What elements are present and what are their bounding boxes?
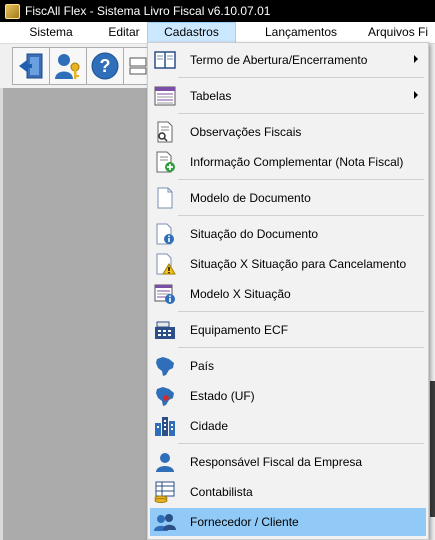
menu-item-label: Cidade <box>190 419 229 433</box>
side-panel <box>429 88 435 540</box>
help-button[interactable]: ? <box>86 47 124 85</box>
menu-item-contabilista[interactable]: Contabilista <box>150 478 426 506</box>
menu-item-label: Tabelas <box>190 89 232 103</box>
menu-sistema[interactable]: Sistema <box>16 22 86 43</box>
menu-item-termo-abertura[interactable]: Termo de Abertura/Encerramento <box>150 46 426 74</box>
menu-item-label: Modelo de Documento <box>190 191 311 205</box>
cash-register-icon <box>154 319 176 341</box>
menu-bar: Sistema Editar Cadastros Lançamentos Arq… <box>0 22 435 44</box>
menu-item-situacao-cancelamento[interactable]: Situação X Situação para Cancelamento <box>150 250 426 278</box>
help-icon: ? <box>91 52 119 80</box>
user-key-button[interactable] <box>49 47 87 85</box>
menu-cadastros[interactable]: Cadastros <box>147 22 236 43</box>
document-add-icon <box>154 151 176 173</box>
menu-item-situacao-documento[interactable]: Situação do Documento <box>150 220 426 248</box>
window-icon <box>129 57 147 75</box>
menu-item-label: Situação X Situação para Cancelamento <box>190 257 407 271</box>
city-buildings-icon <box>154 415 176 437</box>
menu-item-responsavel-fiscal[interactable]: Responsável Fiscal da Empresa <box>150 448 426 476</box>
accountant-icon <box>154 481 176 503</box>
menu-item-cidade[interactable]: Cidade <box>150 412 426 440</box>
menu-item-pais[interactable]: País <box>150 352 426 380</box>
menu-item-estado[interactable]: Estado (UF) <box>150 382 426 410</box>
menu-arquivos[interactable]: Arquivos Fi <box>368 22 435 43</box>
brazil-map-icon <box>154 355 176 377</box>
menu-item-fornecedor-cliente[interactable]: Fornecedor / Cliente <box>150 508 426 536</box>
menu-item-label: Equipamento ECF <box>190 323 289 337</box>
exit-door-icon <box>19 53 43 79</box>
menu-item-label: Modelo X Situação <box>190 287 291 301</box>
menu-item-label: Estado (UF) <box>190 389 255 403</box>
menu-item-label: Observações Fiscais <box>190 125 302 139</box>
menu-item-informacao-complementar[interactable]: Informação Complementar (Nota Fiscal) <box>150 148 426 176</box>
user-key-icon <box>55 54 80 79</box>
menu-item-label: Informação Complementar (Nota Fiscal) <box>190 155 404 169</box>
document-info-icon <box>154 223 176 245</box>
menu-item-equipamento-ecf[interactable]: Equipamento ECF <box>150 316 426 344</box>
document-warning-icon <box>154 253 176 275</box>
menu-editar[interactable]: Editar <box>94 22 154 43</box>
table-info-icon <box>154 283 176 305</box>
exit-button[interactable] <box>12 47 50 85</box>
book-icon <box>154 49 176 71</box>
menu-lancamentos[interactable]: Lançamentos <box>254 22 348 43</box>
person-icon <box>154 451 176 473</box>
cadastros-dropdown-menu: Termo de Abertura/Encerramento Tabelas O… <box>147 42 429 540</box>
table-icon <box>154 85 176 107</box>
blank-document-icon <box>154 187 176 209</box>
menu-item-label: Responsável Fiscal da Empresa <box>190 455 363 469</box>
menu-item-label: Situação do Documento <box>190 227 319 241</box>
submenu-arrow-icon <box>414 55 418 63</box>
brazil-state-icon <box>154 385 176 407</box>
title-bar: FiscAll Flex - Sistema Livro Fiscal v6.1… <box>0 0 435 22</box>
menu-item-label: Fornecedor / Cliente <box>190 515 299 529</box>
menu-item-label: Termo de Abertura/Encerramento <box>190 53 368 67</box>
svg-text:?: ? <box>100 56 111 76</box>
menu-item-tabelas[interactable]: Tabelas <box>150 82 426 110</box>
document-search-icon <box>154 121 176 143</box>
people-icon <box>154 511 176 533</box>
menu-item-modelo-documento[interactable]: Modelo de Documento <box>150 184 426 212</box>
app-logo-icon <box>5 3 20 19</box>
menu-item-modelo-situacao[interactable]: Modelo X Situação <box>150 280 426 308</box>
menu-item-label: País <box>190 359 215 373</box>
menu-item-observacoes-fiscais[interactable]: Observações Fiscais <box>150 118 426 146</box>
window-title: FiscAll Flex - Sistema Livro Fiscal v6.1… <box>25 4 271 18</box>
submenu-arrow-icon <box>414 91 418 99</box>
menu-item-label: Contabilista <box>190 485 253 499</box>
